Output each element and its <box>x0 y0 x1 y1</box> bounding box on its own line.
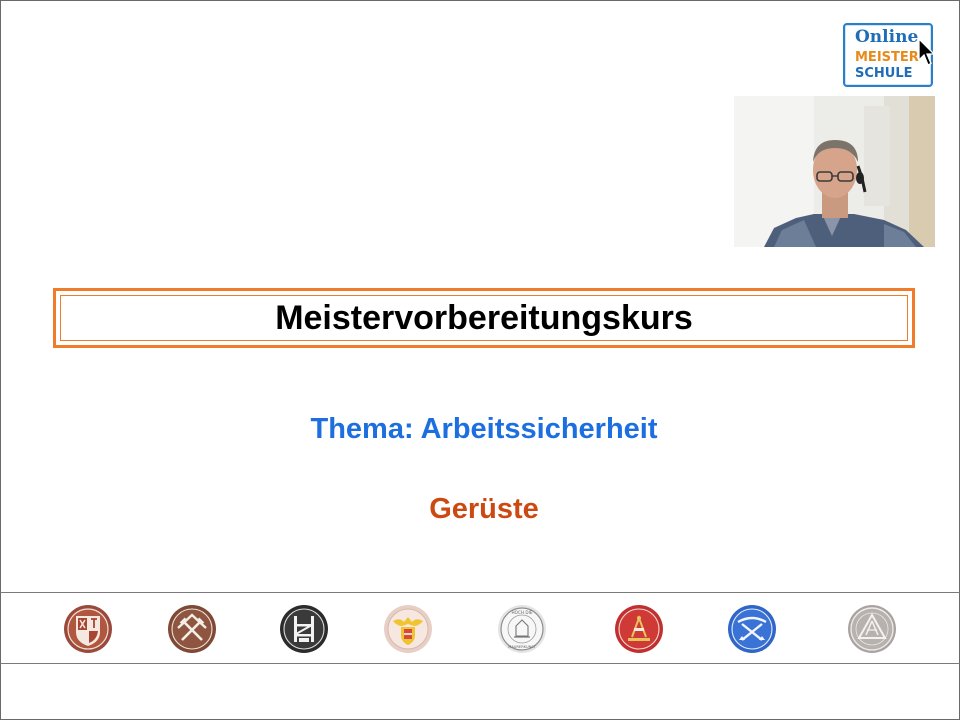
course-title-box: Meistervorbereitungskurs <box>53 288 915 348</box>
carpenter-guild-emblem-icon <box>64 605 112 653</box>
presenter-image <box>734 96 935 247</box>
svg-text:MAURERKUNST: MAURERKUNST <box>508 645 536 649</box>
badge-band-bottom-divider <box>0 663 960 664</box>
presenter-webcam-video <box>734 96 935 247</box>
eagle-coat-of-arms-emblem-icon <box>384 605 432 653</box>
topic-heading: Thema: Arbeitssicherheit <box>310 413 658 445</box>
course-title: Meistervorbereitungskurs <box>275 298 693 337</box>
logo-schule-text: SCHULE <box>855 66 913 81</box>
logo-meister-text: MEISTER <box>855 50 919 65</box>
masons-guild-seal-icon: HOCH DIE MAURERKUNST <box>498 605 546 653</box>
plasterer-guild-emblem-icon <box>615 605 663 653</box>
logo-online-text: Online <box>855 27 919 47</box>
subtopic-heading: Gerüste <box>429 493 539 525</box>
roofer-guild-emblem-icon <box>168 605 216 653</box>
svg-text:HOCH DIE: HOCH DIE <box>512 610 533 615</box>
scaffolder-guild-emblem-icon <box>280 605 328 653</box>
compass-triangle-emblem-icon <box>848 605 896 653</box>
course-title-inner-frame: Meistervorbereitungskurs <box>60 295 908 341</box>
guild-badges-row: HOCH DIE MAURERKUNST <box>0 592 960 663</box>
mouse-pointer-icon <box>918 38 936 66</box>
tiler-guild-emblem-icon <box>728 605 776 653</box>
